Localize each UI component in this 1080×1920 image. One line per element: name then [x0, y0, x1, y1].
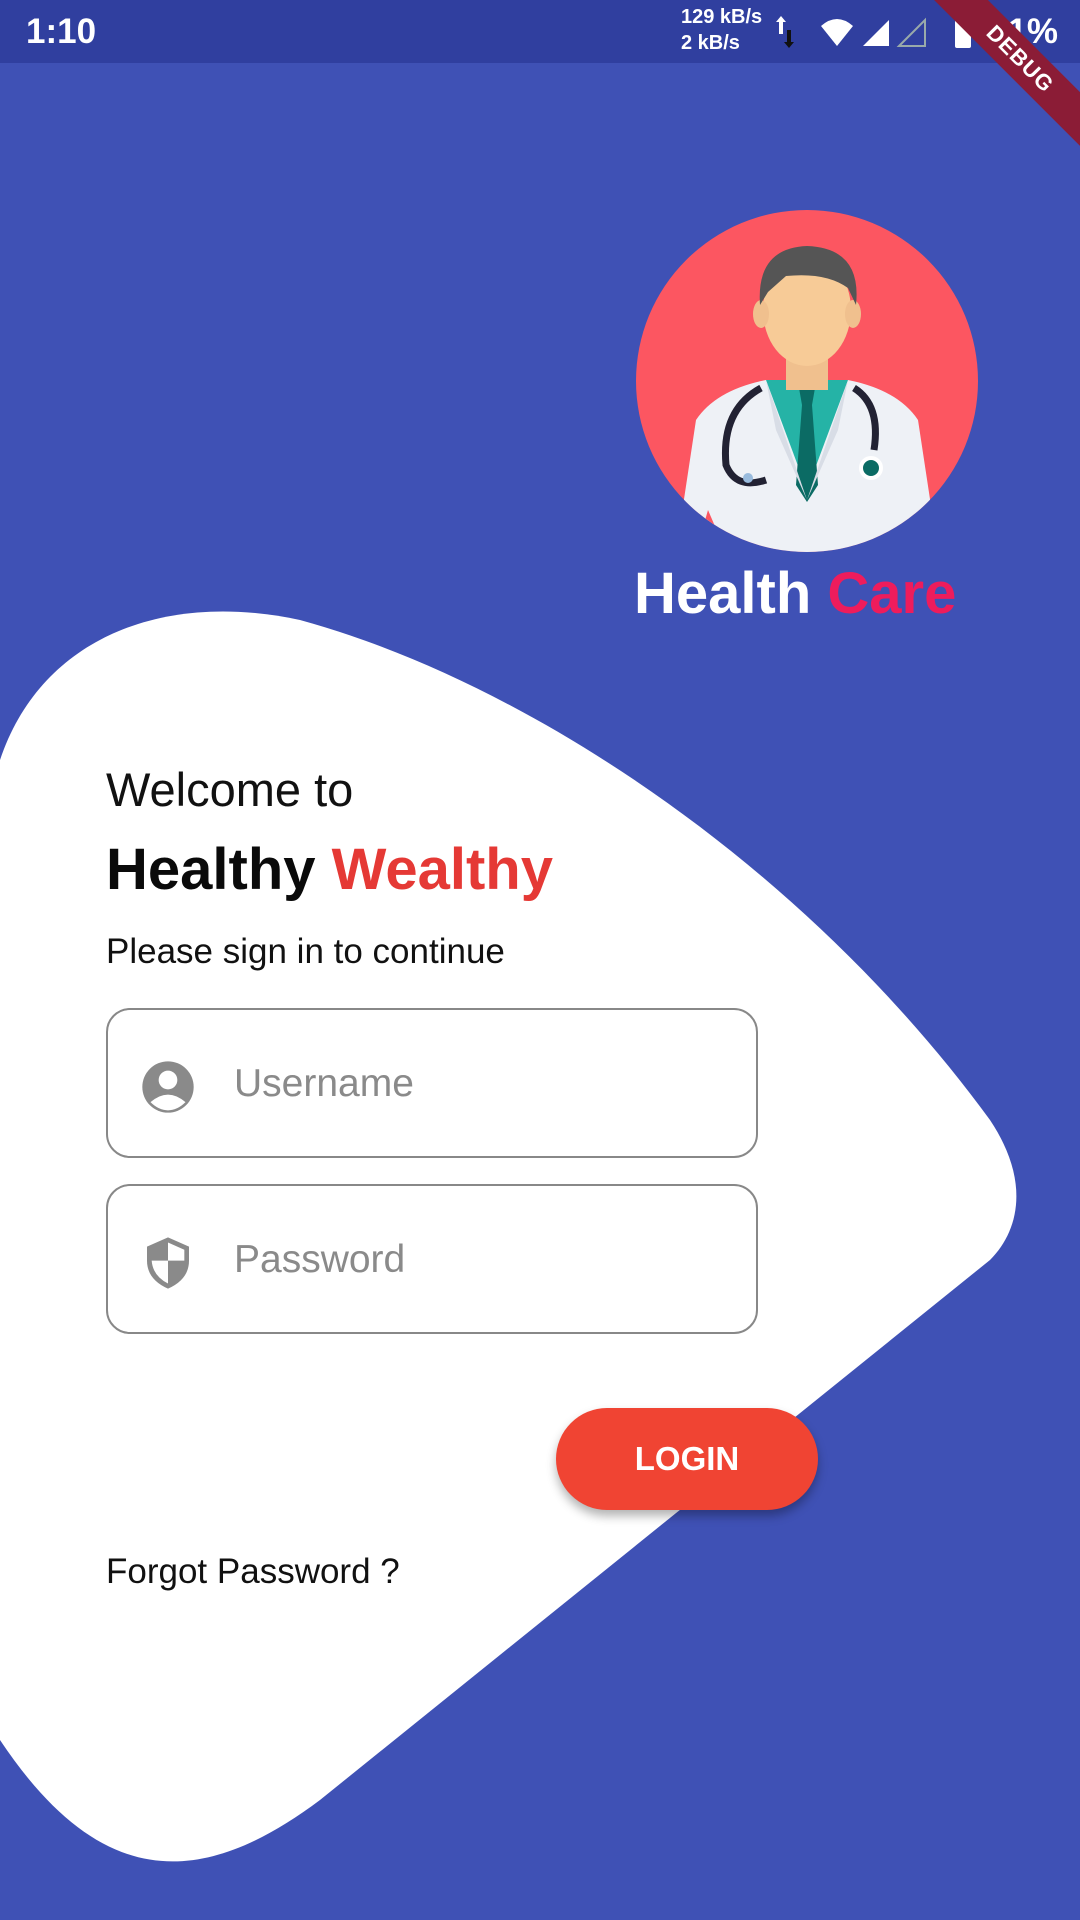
username-input[interactable] [232, 1048, 736, 1120]
status-bar: 1:10 129 kB/s 2 kB/s x 51% [0, 0, 1080, 63]
account-circle-icon [142, 1061, 194, 1113]
network-speed-up: 129 kB/s [681, 6, 763, 28]
app-title-word-1: Healthy [106, 837, 316, 902]
wifi-icon [821, 19, 853, 46]
app-title-word-2: Wealthy [331, 837, 553, 902]
password-input[interactable] [232, 1224, 736, 1296]
login-button[interactable]: LOGIN [556, 1408, 818, 1510]
forgot-password-link[interactable]: Forgot Password ? [106, 1552, 400, 1592]
network-speed-down: 2 kB/s [681, 32, 740, 54]
app-title: Healthy Wealthy [106, 836, 553, 903]
brand-word-2: Care [827, 561, 957, 626]
signal-empty-icon [896, 17, 926, 47]
status-time: 1:10 [26, 12, 97, 51]
doctor-avatar [636, 210, 978, 552]
signal-icon: x [863, 20, 889, 49]
signin-subtitle: Please sign in to continue [106, 932, 505, 971]
username-field[interactable] [106, 1008, 758, 1158]
shield-icon [147, 1237, 189, 1289]
welcome-text: Welcome to [106, 763, 354, 816]
data-transfer-icon [776, 16, 794, 48]
password-field[interactable] [106, 1184, 758, 1334]
network-speed: 129 kB/s 2 kB/s [681, 4, 762, 56]
svg-text:x: x [883, 37, 889, 49]
brand-name: Health Care [634, 560, 956, 627]
brand-word-1: Health [634, 561, 812, 626]
